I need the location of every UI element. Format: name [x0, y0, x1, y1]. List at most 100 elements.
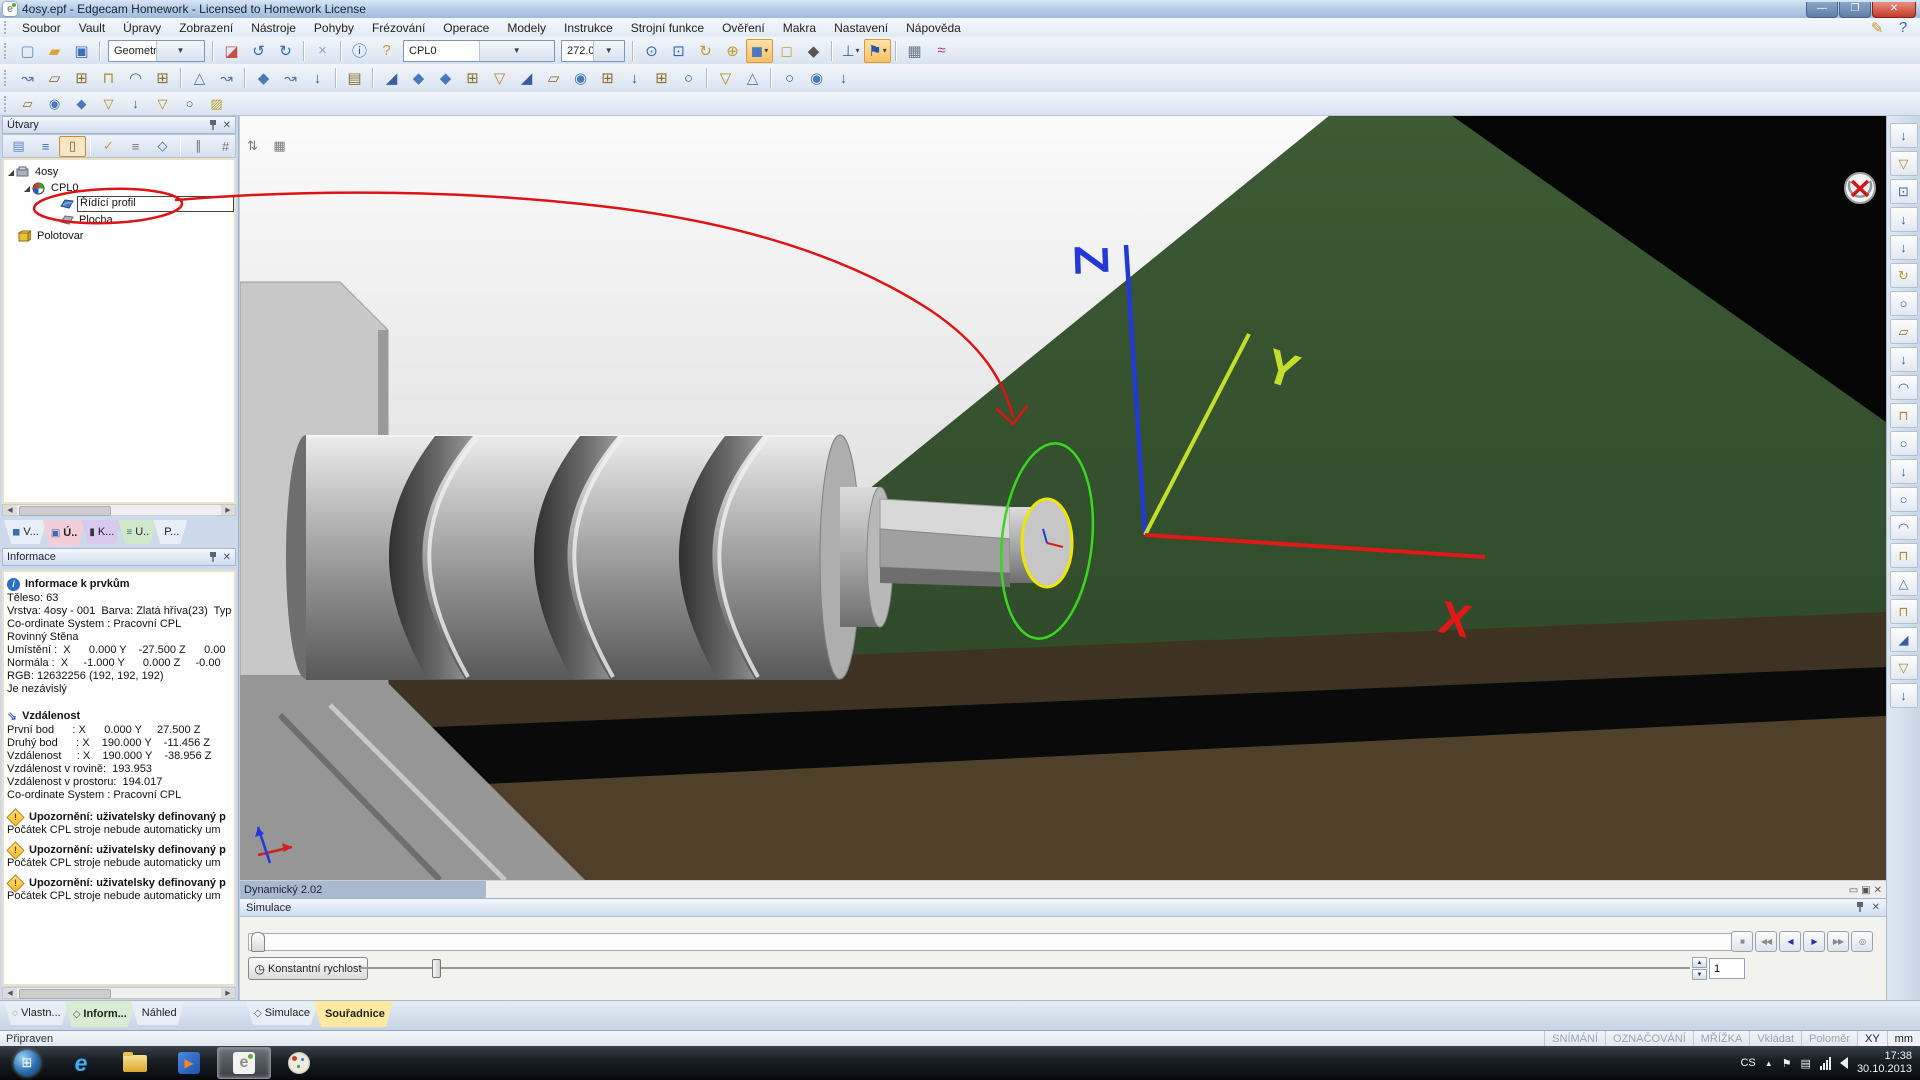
insert-icon[interactable]: ▱: [41, 66, 68, 90]
sequence-icon[interactable]: ≡: [122, 136, 149, 157]
jump-icon[interactable]: ◆: [68, 93, 95, 114]
render-view-icon[interactable]: ◆: [800, 39, 827, 63]
dock-tab-v[interactable]: V...: [4, 520, 47, 544]
tree-label-selected[interactable]: Řídící profil: [77, 196, 234, 212]
section-view-icon[interactable]: ○: [776, 66, 803, 90]
pin-icon[interactable]: [1856, 902, 1864, 912]
scroll-right-icon[interactable]: ▶: [221, 505, 235, 515]
goto-target-icon[interactable]: ▽: [95, 93, 122, 114]
engrave-cycle-icon[interactable]: ○: [675, 66, 702, 90]
cpl-align-icon[interactable]: ⊓: [1890, 599, 1918, 624]
stock-sim-icon[interactable]: ▨: [203, 93, 230, 114]
constant-speed-button[interactable]: ◷ Konstantní rychlost: [248, 957, 368, 980]
simulation-progress-bar[interactable]: [248, 933, 1738, 951]
shaded-view-icon[interactable]: ◼: [746, 39, 773, 63]
inspect-icon[interactable]: △: [739, 66, 766, 90]
menu-n-stroje[interactable]: Nástroje: [242, 19, 305, 37]
info-icon[interactable]: ⓘ: [346, 39, 373, 63]
tree-item-plocha[interactable]: Plocha: [4, 212, 234, 228]
swap-icon[interactable]: ⇅: [239, 136, 266, 157]
spin-up-icon[interactable]: ▲: [1692, 957, 1707, 968]
panel-tab-vlastn[interactable]: Vlastn...: [4, 1001, 69, 1025]
help-icon[interactable]: ?: [1892, 16, 1914, 40]
view-left-icon[interactable]: ↓: [1890, 347, 1918, 372]
panel-tab-inform[interactable]: Inform...: [65, 1001, 135, 1027]
line-move-icon[interactable]: ↝: [213, 66, 240, 90]
tree-label[interactable]: Polotovar: [35, 230, 85, 242]
translucent-view-icon[interactable]: ◻: [773, 39, 800, 63]
delete-icon[interactable]: ×: [309, 39, 336, 63]
annotation-icon[interactable]: ↓: [830, 66, 857, 90]
measure-query-icon[interactable]: ?: [373, 39, 400, 63]
new-file-icon[interactable]: ▢: [14, 39, 41, 63]
taskbar-ie[interactable]: e: [55, 1048, 107, 1078]
eraser-icon[interactable]: ◪: [218, 39, 245, 63]
sim-zoom-button[interactable]: ◎: [1851, 931, 1873, 952]
menu-instrukce[interactable]: Instrukce: [555, 19, 622, 37]
sim-tab-sou-adnice[interactable]: Souřadnice: [314, 1001, 393, 1027]
datum-shift-icon[interactable]: ◠: [122, 66, 149, 90]
pin-icon[interactable]: [209, 552, 217, 562]
view-top-icon[interactable]: ⊓: [1890, 403, 1918, 428]
menu-pravy[interactable]: Úpravy: [114, 19, 170, 37]
tree-label[interactable]: Plocha: [77, 214, 115, 226]
start-button[interactable]: ⊞: [1, 1048, 53, 1078]
export-move-icon[interactable]: ◉: [41, 93, 68, 114]
number-icon[interactable]: #: [212, 136, 239, 157]
save-icon[interactable]: ▣: [68, 39, 95, 63]
chisel-icon[interactable]: ✓: [95, 136, 122, 157]
tree-item-ridici-profil[interactable]: Řídící profil: [4, 196, 234, 212]
zoom-window-icon[interactable]: ⊡: [665, 39, 692, 63]
menu-makra[interactable]: Makra: [774, 19, 825, 37]
tree-label[interactable]: 4osy: [33, 166, 60, 178]
taskbar-paint[interactable]: [273, 1048, 325, 1078]
view-xz-icon[interactable]: ◠: [1890, 515, 1918, 540]
panel-tab-n-hled[interactable]: Náhled: [131, 1001, 185, 1025]
scroll-left-icon[interactable]: ◀: [3, 505, 17, 515]
view-2d-icon[interactable]: △: [1890, 571, 1918, 596]
close-panel-icon[interactable]: ✕: [1872, 902, 1880, 913]
skip-end-button[interactable]: ▶▶: [1827, 931, 1849, 952]
grid-small-icon[interactable]: ▦: [266, 136, 293, 157]
spline-icon[interactable]: ≈: [928, 39, 955, 63]
minimize-button[interactable]: —: [1806, 2, 1838, 18]
language-indicator[interactable]: CS: [1740, 1057, 1755, 1069]
skip-start-button[interactable]: ◀◀: [1755, 931, 1777, 952]
spin-down-icon[interactable]: ▼: [1692, 969, 1707, 980]
feed-icon[interactable]: ↝: [277, 66, 304, 90]
view-bottom-icon[interactable]: ○: [1890, 431, 1918, 456]
rotate-view-icon[interactable]: ↻: [1890, 263, 1918, 288]
tree-label[interactable]: CPL0: [49, 182, 81, 194]
refresh-view-icon[interactable]: ↓: [1890, 683, 1918, 708]
sim-tab-simulace[interactable]: Simulace: [246, 1001, 318, 1025]
scroll-left-icon[interactable]: ◀: [3, 988, 17, 998]
progress-thumb[interactable]: [251, 932, 265, 952]
bore-cycle-icon[interactable]: ▱: [540, 66, 567, 90]
pencil-icon[interactable]: ✎: [1866, 16, 1888, 40]
taskbar-explorer[interactable]: [109, 1048, 161, 1078]
rotate-view-icon[interactable]: ↻: [692, 39, 719, 63]
groove-cycle-icon[interactable]: ⊞: [459, 66, 486, 90]
show-hidden-icons[interactable]: ▲: [1765, 1059, 1773, 1068]
view-yz-icon[interactable]: ⊓: [1890, 543, 1918, 568]
face-cycle-icon[interactable]: ◆: [432, 66, 459, 90]
action-center-flag-icon[interactable]: ⚑: [1782, 1057, 1792, 1070]
dock-tab-k[interactable]: K...: [81, 520, 122, 544]
tool-post-icon[interactable]: ○: [176, 93, 203, 114]
view-back-icon[interactable]: ▱: [1890, 319, 1918, 344]
probe-icon[interactable]: ⊥: [837, 39, 864, 63]
undo-icon[interactable]: ↺: [245, 39, 272, 63]
view-iso-icon[interactable]: ↓: [1890, 459, 1918, 484]
viewport-3d[interactable]: Z Y X Dynamický 2.02 ▭ ▣ ✕: [240, 115, 1886, 898]
angle-combo[interactable]: 272.00▼: [561, 40, 625, 62]
zoom-dynamic-icon[interactable]: ↓: [1890, 207, 1918, 232]
tree-item-4osy[interactable]: ◢ 4osy: [4, 164, 234, 180]
scroll-right-icon[interactable]: ▶: [221, 988, 235, 998]
zoom-window-icon[interactable]: ⊡: [1890, 179, 1918, 204]
status-toggle-m-ka[interactable]: MŘÍŽKA: [1693, 1031, 1750, 1047]
tree-hscrollbar[interactable]: ◀ ▶: [2, 504, 236, 516]
tree-item-cpl0[interactable]: ◢ CPL0: [4, 180, 234, 196]
status-toggle-xy[interactable]: XY: [1857, 1031, 1887, 1047]
view-front-icon[interactable]: ○: [1890, 291, 1918, 316]
menu-vault[interactable]: Vault: [70, 19, 114, 37]
